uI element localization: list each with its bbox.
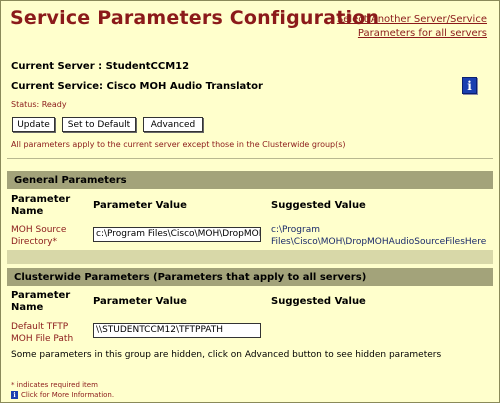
col-suggested-value-2: Suggested Value xyxy=(271,296,366,307)
current-server-value: StudentCCM12 xyxy=(105,61,190,72)
status-label: Status: xyxy=(11,100,40,109)
col-suggested-value: Suggested Value xyxy=(271,200,366,211)
status-line: Status: Ready xyxy=(11,100,67,109)
general-parameters-header: General Parameters xyxy=(7,171,493,189)
current-service-label: Current Service: xyxy=(11,81,104,92)
current-server-label: Current Server : xyxy=(11,61,103,72)
info-icon[interactable]: i xyxy=(462,77,477,94)
col-parameter-value: Parameter Value xyxy=(93,200,187,211)
tftp-moh-file-path-input[interactable]: \\STUDENTCCM12\TFTPPATH xyxy=(93,323,261,338)
col-parameter-name-2: Parameter Name xyxy=(11,290,71,313)
moh-source-directory-input[interactable]: c:\Program Files\Cisco\MOH\DropMOHA xyxy=(93,227,261,242)
more-info-text: Click for More Information. xyxy=(21,391,115,399)
suggested-moh-source-directory: c:\Program Files\Cisco\MOH\DropMOHAudioS… xyxy=(271,224,486,248)
advanced-button[interactable]: Advanced xyxy=(143,117,203,132)
top-links: Select Another Server/Service Parameters… xyxy=(337,13,487,41)
set-to-default-button[interactable]: Set to Default xyxy=(62,117,136,132)
current-service: Current Service: Cisco MOH Audio Transla… xyxy=(11,81,263,92)
suggested-line-1: c:\Program xyxy=(271,225,320,235)
more-info-note: i Click for More Information. xyxy=(11,391,114,399)
suggested-line-2: Files\Cisco\MOH\DropMOHAudioSourceFilesH… xyxy=(271,237,487,247)
info-small-icon[interactable]: i xyxy=(11,391,18,399)
required-item-note: * indicates required item xyxy=(11,381,98,389)
row-separator xyxy=(7,250,493,264)
hidden-parameters-note: Some parameters in this group are hidden… xyxy=(11,350,442,360)
col-parameter-name: Parameter Name xyxy=(11,194,71,217)
status-value: Ready xyxy=(41,100,67,109)
scope-note: All parameters apply to the current serv… xyxy=(11,140,346,149)
clusterwide-parameters-header: Clusterwide Parameters (Parameters that … xyxy=(7,268,493,286)
divider xyxy=(7,158,493,159)
current-service-value: Cisco MOH Audio Translator xyxy=(106,81,263,92)
current-server: Current Server : StudentCCM12 xyxy=(11,61,189,72)
update-button[interactable]: Update xyxy=(12,117,55,132)
parameters-all-servers-link[interactable]: Parameters for all servers xyxy=(337,27,487,41)
page-title: Service Parameters Configuration xyxy=(10,7,380,29)
param-name-default-tftp-moh-file-path: Default TFTP MOH File Path xyxy=(11,322,74,344)
param-name-moh-source-directory: MOH Source Directory* xyxy=(11,225,67,247)
col-parameter-value-2: Parameter Value xyxy=(93,296,187,307)
select-another-server-link[interactable]: Select Another Server/Service xyxy=(337,13,487,27)
